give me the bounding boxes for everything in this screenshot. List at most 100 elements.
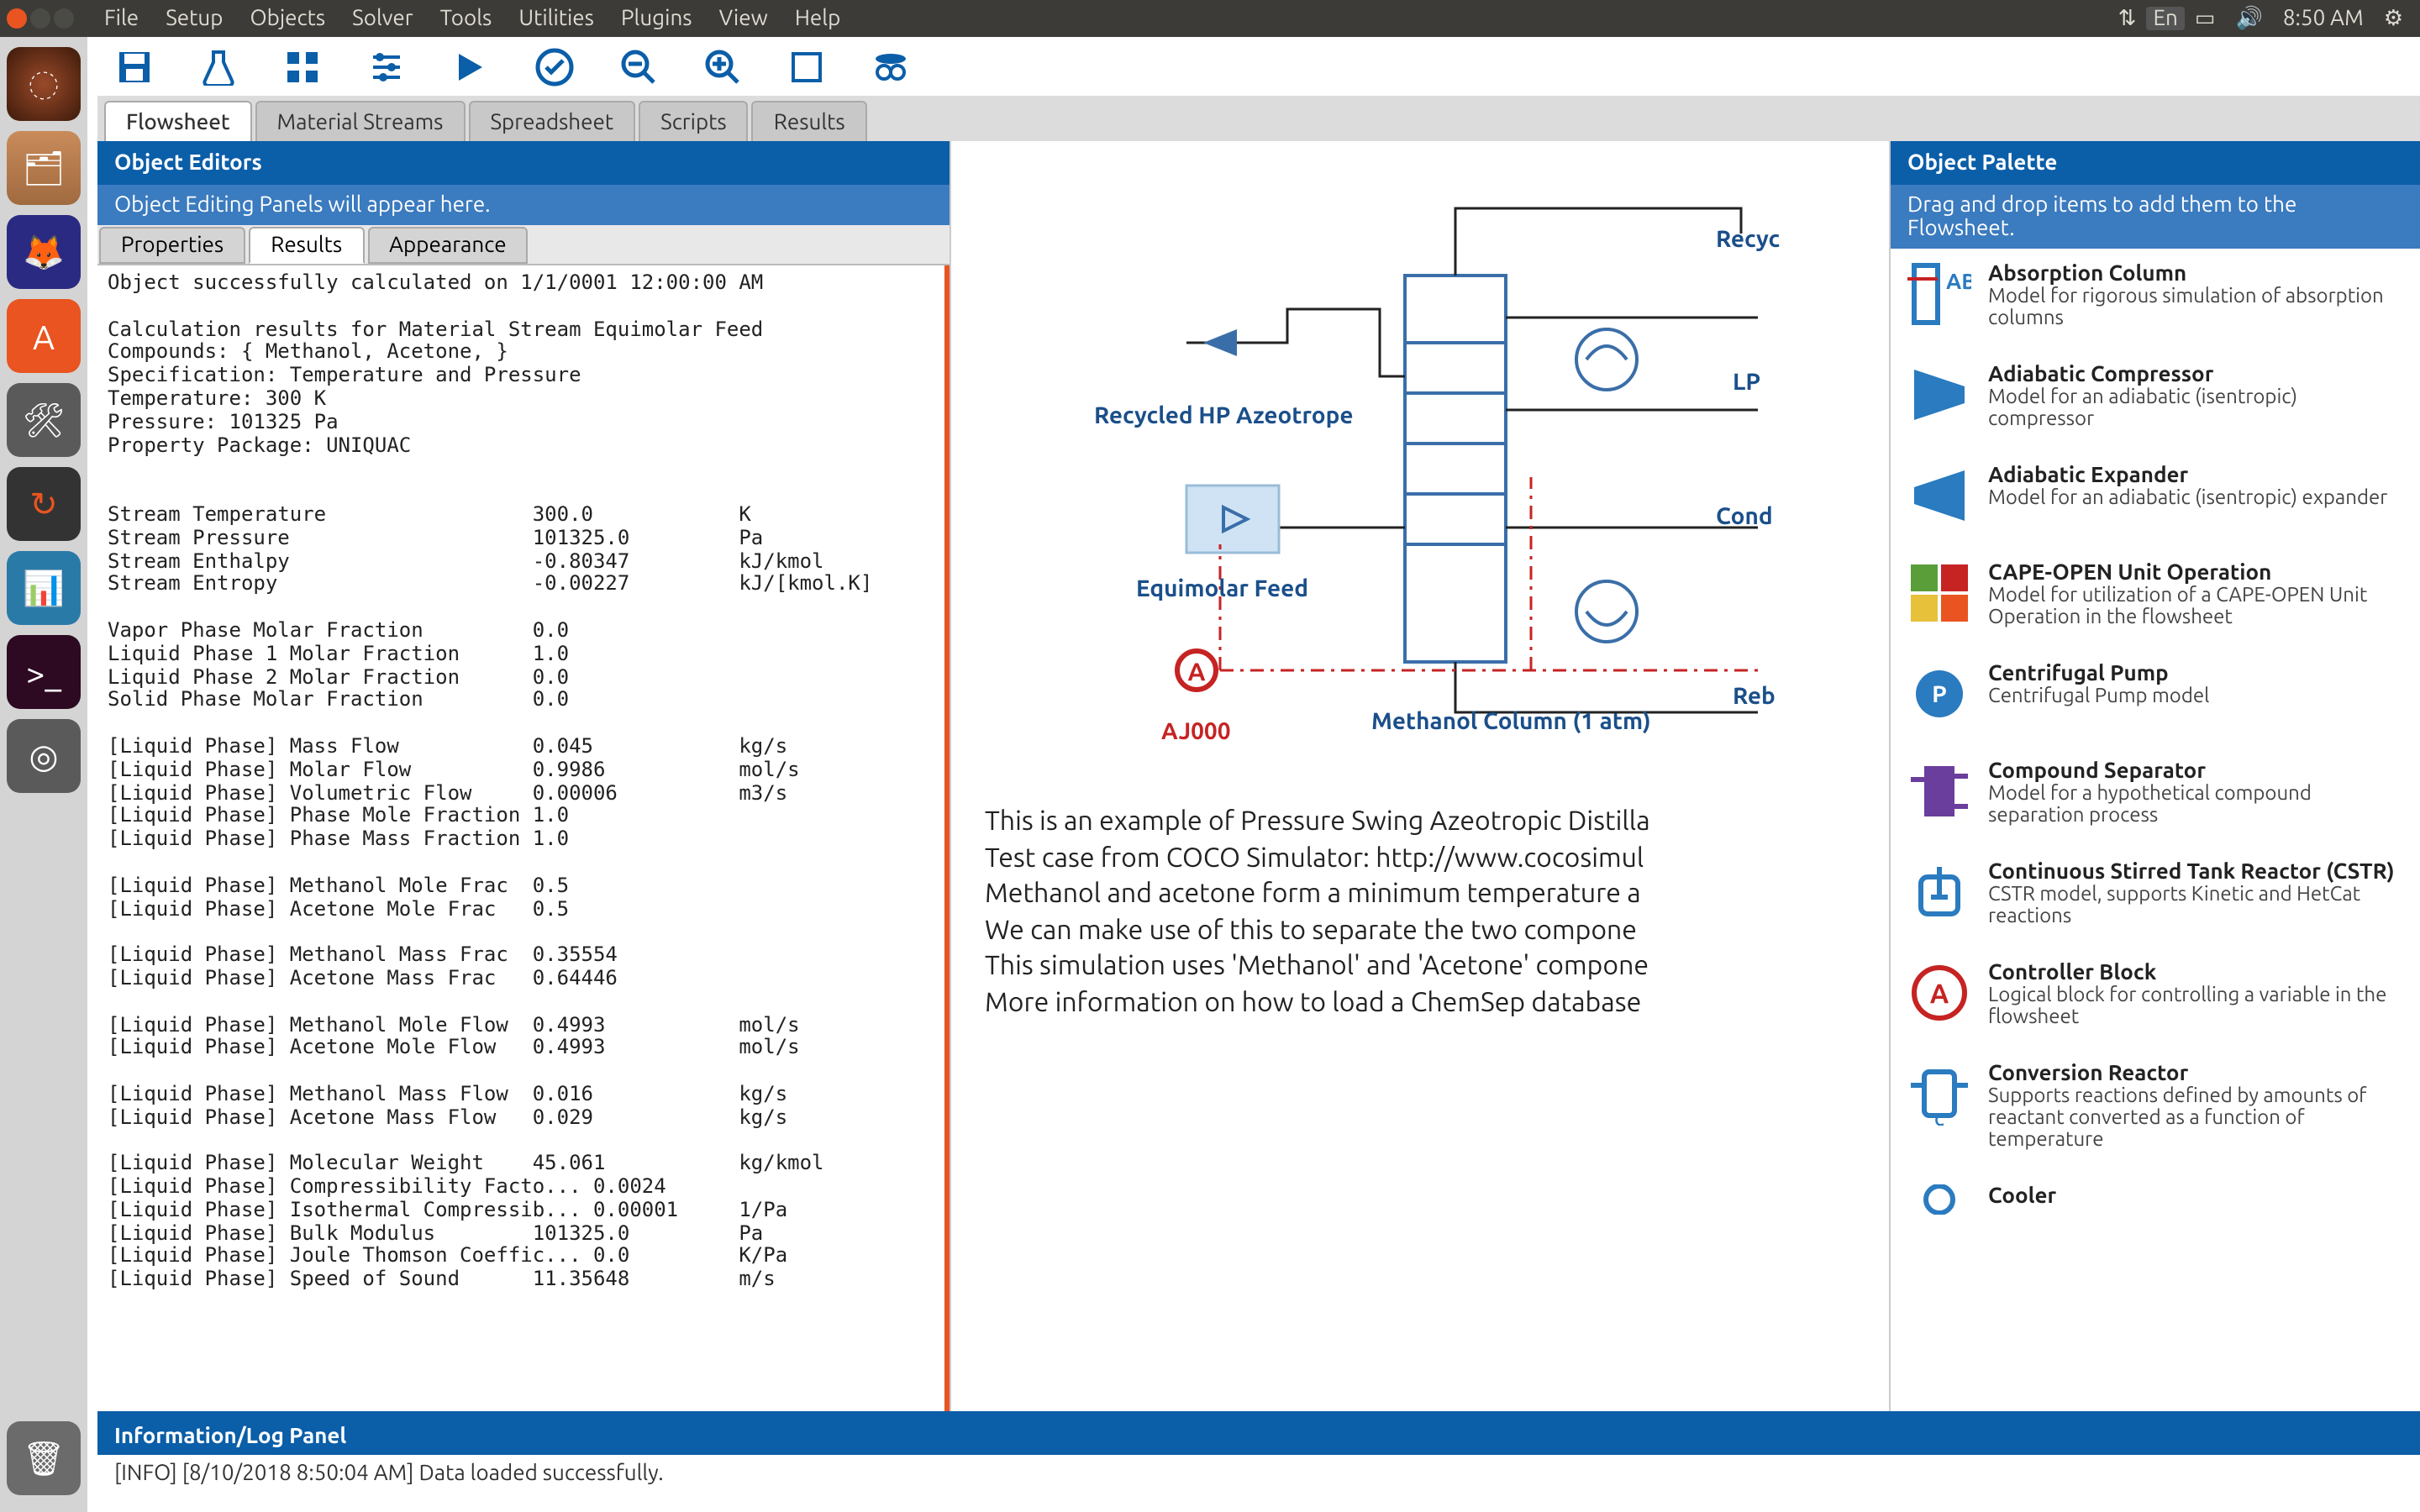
launcher-updater-icon[interactable]: ↻ <box>7 467 81 541</box>
palette-item-desc: Model for utilization of a CAPE-OPEN Uni… <box>1988 585 2403 628</box>
palette-item-cooler[interactable]: Cooler <box>1891 1171 2420 1268</box>
palette-item-desc: Logical block for controlling a variable… <box>1988 984 2403 1028</box>
sub-tab-appearance[interactable]: Appearance <box>367 227 528 264</box>
controller-a-node[interactable]: A <box>1175 648 1218 692</box>
tab-spreadsheet[interactable]: Spreadsheet <box>468 101 635 141</box>
window-maximize-button[interactable] <box>54 8 74 29</box>
label-methanol-column: Methanol Column (1 atm) <box>1371 707 1651 734</box>
controller-icon: A <box>1907 961 1971 1025</box>
check-circle-icon[interactable] <box>534 46 575 87</box>
object-editors-subheader: Object Editing Panels will appear here. <box>97 185 950 225</box>
clock[interactable]: 8:50 AM <box>2273 7 2374 30</box>
window-close-button[interactable] <box>7 8 27 29</box>
palette-item-title: Absorption Column <box>1988 262 2403 286</box>
palette-item-cape-open[interactable]: CAPE-OPEN Unit OperationModel for utiliz… <box>1891 548 2420 648</box>
label-reb: Reb <box>1733 682 1776 709</box>
palette-item-desc: Model for an adiabatic (isentropic) expa… <box>1988 487 2387 509</box>
cooler-icon <box>1907 1184 1971 1248</box>
battery-icon[interactable]: ▭ <box>2185 6 2226 31</box>
menu-help[interactable]: Help <box>781 7 855 30</box>
label-equimolar-feed: Equimolar Feed <box>1136 575 1308 601</box>
app-window: Flowsheet Material Streams Spreadsheet S… <box>97 37 2420 1512</box>
tab-scripts[interactable]: Scripts <box>639 101 749 141</box>
gear-icon[interactable]: ⚙ <box>2374 6 2413 31</box>
volume-icon[interactable]: 🔊 <box>2225 6 2272 31</box>
launcher-trash-icon[interactable]: 🗑 <box>7 1421 81 1495</box>
window-minimize-button[interactable] <box>30 8 50 29</box>
palette-item-absorption-column[interactable]: AB Absorption ColumnModel for rigorous s… <box>1891 249 2420 349</box>
fit-icon[interactable] <box>786 46 827 87</box>
palette-item-title: Controller Block <box>1988 961 2403 984</box>
object-editors-panel: Object Editors Object Editing Panels wil… <box>97 141 951 1411</box>
palette-item-adiabatic-compressor[interactable]: Adiabatic CompressorModel for an adiabat… <box>1891 349 2420 450</box>
launcher-terminal-icon[interactable]: >_ <box>7 635 81 709</box>
menu-objects[interactable]: Objects <box>236 7 339 30</box>
svg-text:AB: AB <box>1946 269 1971 293</box>
palette-item-title: Compound Separator <box>1988 759 2403 783</box>
flowsheet-description: This is an example of Pressure Swing Aze… <box>985 805 1889 1022</box>
launcher-other-icon[interactable]: ◎ <box>7 719 81 793</box>
flowsheet-canvas[interactable]: Recyc Recycled HP Azeotrope LP Cond Reb … <box>951 141 1889 1411</box>
info-log-line: [INFO] [8/10/2018 8:50:04 AM] Data loade… <box>97 1455 2420 1492</box>
menu-tools[interactable]: Tools <box>427 7 506 30</box>
palette-item-adiabatic-expander[interactable]: Adiabatic ExpanderModel for an adiabatic… <box>1891 450 2420 548</box>
palette-item-title: Centrifugal Pump <box>1988 662 2209 685</box>
palette-item-desc: Supports reactions defined by amounts of… <box>1988 1085 2403 1151</box>
launcher-firefox-icon[interactable]: 🦊 <box>7 215 81 289</box>
tab-material-streams[interactable]: Material Streams <box>255 101 466 141</box>
play-icon[interactable] <box>450 46 491 87</box>
palette-list[interactable]: AB Absorption ColumnModel for rigorous s… <box>1891 249 2420 1411</box>
palette-item-compound-separator[interactable]: Compound SeparatorModel for a hypothetic… <box>1891 746 2420 847</box>
palette-item-centrifugal-pump[interactable]: P Centrifugal PumpCentrifugal Pump model <box>1891 648 2420 746</box>
sub-tab-properties[interactable]: Properties <box>99 227 245 264</box>
grid-icon[interactable] <box>282 46 323 87</box>
label-cond: Cond <box>1716 502 1773 529</box>
save-icon[interactable] <box>114 46 155 87</box>
launcher-software-icon[interactable]: A <box>7 299 81 373</box>
launcher-dash-icon[interactable]: ◌ <box>7 47 81 121</box>
palette-item-cstr[interactable]: Continuous Stirred Tank Reactor (CSTR)CS… <box>1891 847 2420 948</box>
absorption-column-icon: AB <box>1907 262 1971 326</box>
launcher-settings-icon[interactable]: 🛠 <box>7 383 81 457</box>
network-icon[interactable]: ⇅ <box>2108 6 2147 31</box>
tab-flowsheet[interactable]: Flowsheet <box>104 101 252 141</box>
palette-item-desc: CSTR model, supports Kinetic and HetCat … <box>1988 884 2403 927</box>
palette-item-conversion-reactor[interactable]: C Conversion ReactorSupports reactions d… <box>1891 1048 2420 1171</box>
sliders-icon[interactable] <box>366 46 407 87</box>
object-editors-header: Object Editors <box>97 141 950 185</box>
object-palette-header: Object Palette <box>1891 141 2420 185</box>
palette-item-title: Adiabatic Expander <box>1988 464 2387 487</box>
svg-text:A: A <box>1930 979 1949 1009</box>
zoom-out-icon[interactable] <box>618 46 659 87</box>
palette-item-controller-block[interactable]: A Controller BlockLogical block for cont… <box>1891 948 2420 1048</box>
zoom-in-icon[interactable] <box>702 46 743 87</box>
results-output[interactable]: Object successfully calculated on 1/1/00… <box>97 265 950 1411</box>
sub-tab-results[interactable]: Results <box>249 227 364 264</box>
svg-text:P: P <box>1932 681 1947 707</box>
menu-file[interactable]: File <box>91 7 152 30</box>
editor-sub-tabs: Properties Results Appearance <box>97 225 950 265</box>
flask-icon[interactable] <box>198 46 239 87</box>
menu-plugins[interactable]: Plugins <box>608 7 706 30</box>
main-toolbar <box>97 37 2420 97</box>
document-tabs: Flowsheet Material Streams Spreadsheet S… <box>97 97 2420 141</box>
expander-icon <box>1907 464 1971 528</box>
menu-view[interactable]: View <box>706 7 781 30</box>
menu-setup[interactable]: Setup <box>152 7 236 30</box>
launcher-dwsim-icon[interactable]: 📊 <box>7 551 81 625</box>
label-aj000: AJ000 <box>1161 717 1231 744</box>
launcher-files-icon[interactable]: 🗂 <box>7 131 81 205</box>
compound-separator-icon <box>1907 759 1971 823</box>
object-palette-subheader: Drag and drop items to add them to the F… <box>1891 185 2420 249</box>
conversion-reactor-icon: C <box>1907 1062 1971 1126</box>
pump-icon: P <box>1907 662 1971 726</box>
palette-item-desc: Model for an adiabatic (isentropic) comp… <box>1988 386 2403 430</box>
svg-text:C: C <box>1934 1112 1944 1126</box>
menu-solver[interactable]: Solver <box>339 7 426 30</box>
menu-utilities[interactable]: Utilities <box>505 7 608 30</box>
spy-icon[interactable] <box>871 46 911 87</box>
palette-item-title: CAPE-OPEN Unit Operation <box>1988 561 2403 585</box>
language-indicator[interactable]: En <box>2146 7 2184 30</box>
capeopen-icon <box>1907 561 1971 625</box>
tab-results[interactable]: Results <box>752 101 867 141</box>
